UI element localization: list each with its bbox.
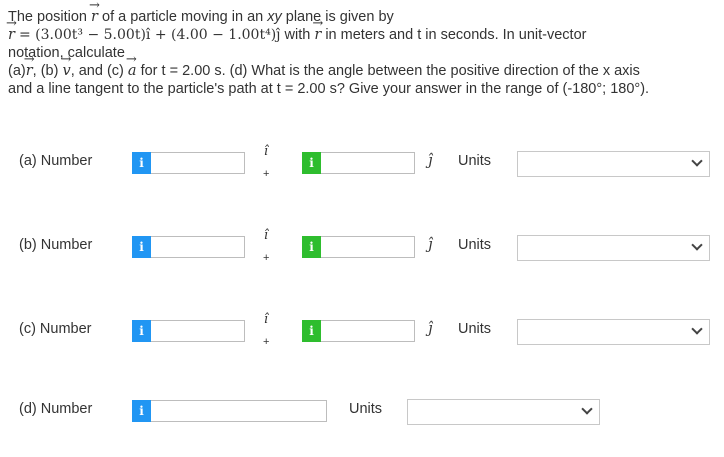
i-hat-label: î [263,228,269,243]
chevron-down-icon [581,403,593,415]
units-label: Units [458,153,492,169]
problem-text: The position [8,9,87,25]
problem-text: of a particle moving in an [102,9,264,25]
units-label: Units [458,237,492,253]
problem-text: for t = 2.00 s. (d) What is the angle be… [140,63,640,79]
answer-row-c: (c) Number i î + i ĵ Units [0,312,724,352]
i-component-input[interactable] [151,152,245,174]
row-label: (d) Number [19,401,93,417]
answer-row-d: (d) Number i Units [0,392,724,432]
plus-sign: + [263,168,270,180]
row-label: (a) Number [19,153,93,169]
problem-text: with [284,27,311,43]
info-icon[interactable]: i [302,152,321,174]
i-hat-label: î [263,312,269,327]
info-icon[interactable]: i [302,236,321,258]
info-icon[interactable]: i [302,320,321,342]
plus-sign: + [263,252,270,264]
chevron-down-icon [691,323,703,335]
answer-row-b: (b) Number i î + i ĵ Units [0,228,724,268]
i-component-input[interactable] [151,320,245,342]
problem-text: and a line tangent to the particle's pat… [8,81,650,97]
units-select[interactable] [517,319,710,345]
vector-a: a [126,51,137,80]
units-label: Units [458,321,492,337]
vector-r: r [89,0,100,26]
chevron-down-icon [691,239,703,251]
units-select[interactable] [517,151,710,177]
j-hat-label: ĵ [428,237,433,253]
info-icon[interactable]: i [132,152,151,174]
units-select[interactable] [407,399,600,425]
j-component-input[interactable] [321,152,415,174]
problem-text: xy [267,9,282,25]
chevron-down-icon [691,155,703,167]
i-component-input[interactable] [151,236,245,258]
problem-text: plane is given by [285,9,394,25]
angle-input[interactable] [151,400,327,422]
problem-text: , (b) [32,63,59,79]
row-label: (c) Number [19,321,92,337]
j-component-input[interactable] [321,236,415,258]
j-hat-label: ĵ [428,321,433,337]
plus-sign: + [263,336,270,348]
vector-r: r [312,15,323,44]
position-equation: = (3.00t³ − 5.00t)î + (4.00 − 1.00t⁴)ĵ [18,27,281,43]
units-label: Units [349,401,383,417]
vector-r: r [6,15,17,44]
vector-v: v [60,51,71,80]
info-icon[interactable]: i [132,400,151,422]
vector-r: r [24,51,35,80]
info-icon[interactable]: i [132,320,151,342]
problem-statement: The position r of a particle moving in a… [6,0,720,98]
row-label: (b) Number [19,237,93,253]
info-icon[interactable]: i [132,236,151,258]
answer-row-a: (a) Number i î + i ĵ Units [0,144,724,184]
problem-text: in meters and t in seconds. In unit-vect… [325,27,587,43]
problem-text: , and (c) [70,63,124,79]
i-hat-label: î [263,144,269,159]
units-select[interactable] [517,235,710,261]
j-component-input[interactable] [321,320,415,342]
j-hat-label: ĵ [428,153,433,169]
